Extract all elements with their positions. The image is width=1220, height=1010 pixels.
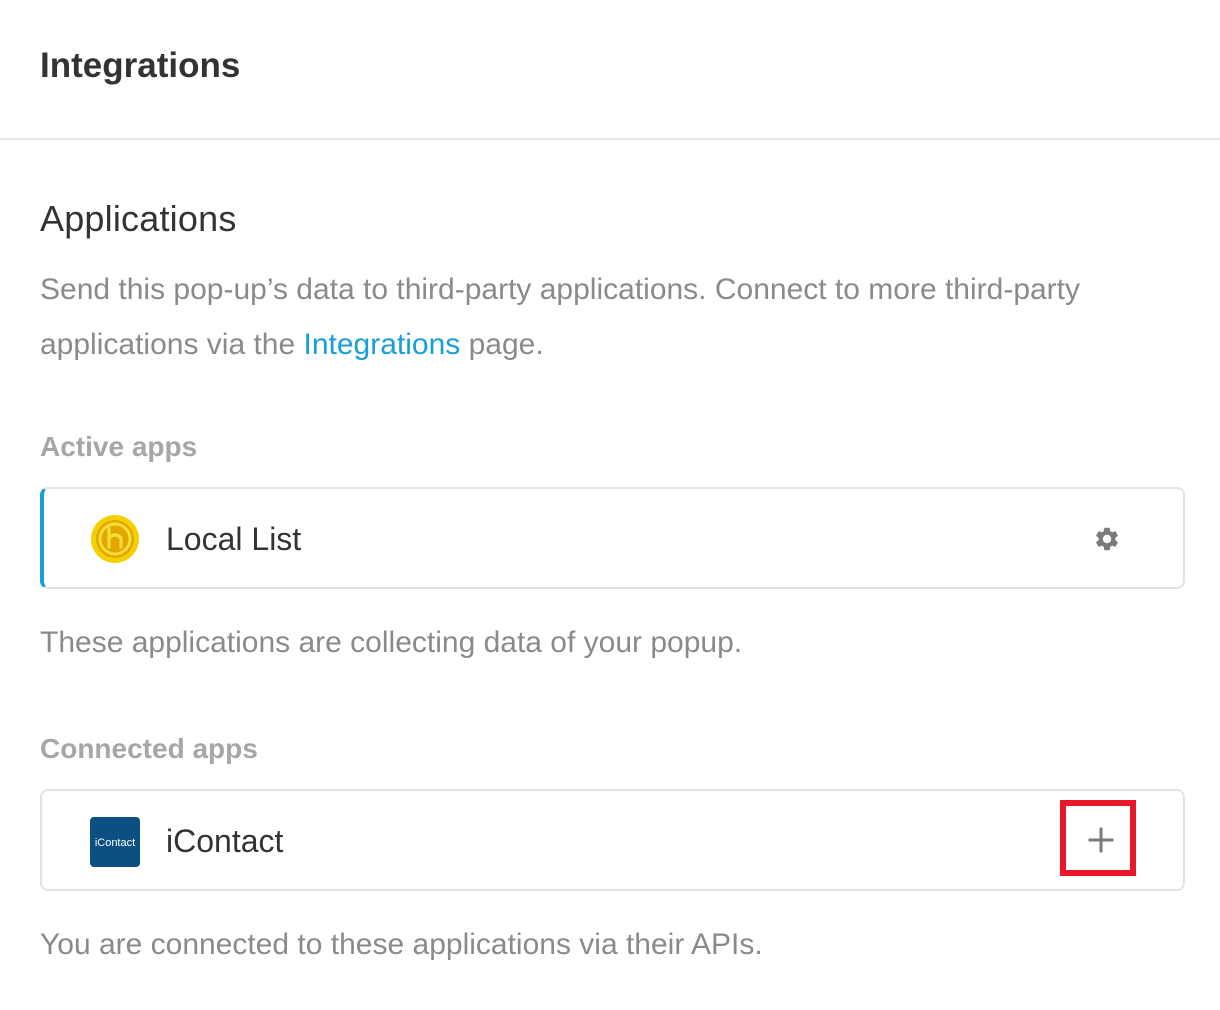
connected-apps-note: You are connected to these applications …	[40, 928, 763, 961]
description-text: Send this pop-up’s data to third-party a…	[40, 273, 1081, 361]
page-title: Integrations	[40, 46, 241, 85]
active-apps-note: These applications are collecting data o…	[40, 626, 743, 659]
app-name: Local List	[166, 521, 302, 557]
app-card-local-list[interactable]: Local List	[40, 487, 1185, 589]
plus-icon	[1088, 827, 1114, 853]
local-list-logo-icon	[90, 514, 140, 564]
add-app-button[interactable]	[1077, 816, 1125, 864]
applications-description: Send this pop-up’s data to third-party a…	[40, 262, 1160, 372]
gear-icon	[1096, 527, 1118, 551]
applications-heading: Applications	[40, 198, 237, 239]
description-text-end: page.	[460, 328, 544, 361]
active-apps-label: Active apps	[40, 431, 198, 462]
integrations-page: Integrations Applications Send this pop-…	[0, 0, 1220, 1010]
icontact-logo-icon: iContact	[90, 817, 140, 867]
settings-gear-button[interactable]	[1083, 515, 1131, 563]
app-card-icontact[interactable]: iContact iContact	[40, 789, 1185, 891]
integrations-link[interactable]: Integrations	[304, 328, 461, 361]
connected-apps-label: Connected apps	[40, 733, 258, 764]
icontact-logo-text: iContact	[95, 837, 135, 849]
app-name: iContact	[166, 823, 284, 859]
page-header: Integrations	[0, 0, 1220, 140]
